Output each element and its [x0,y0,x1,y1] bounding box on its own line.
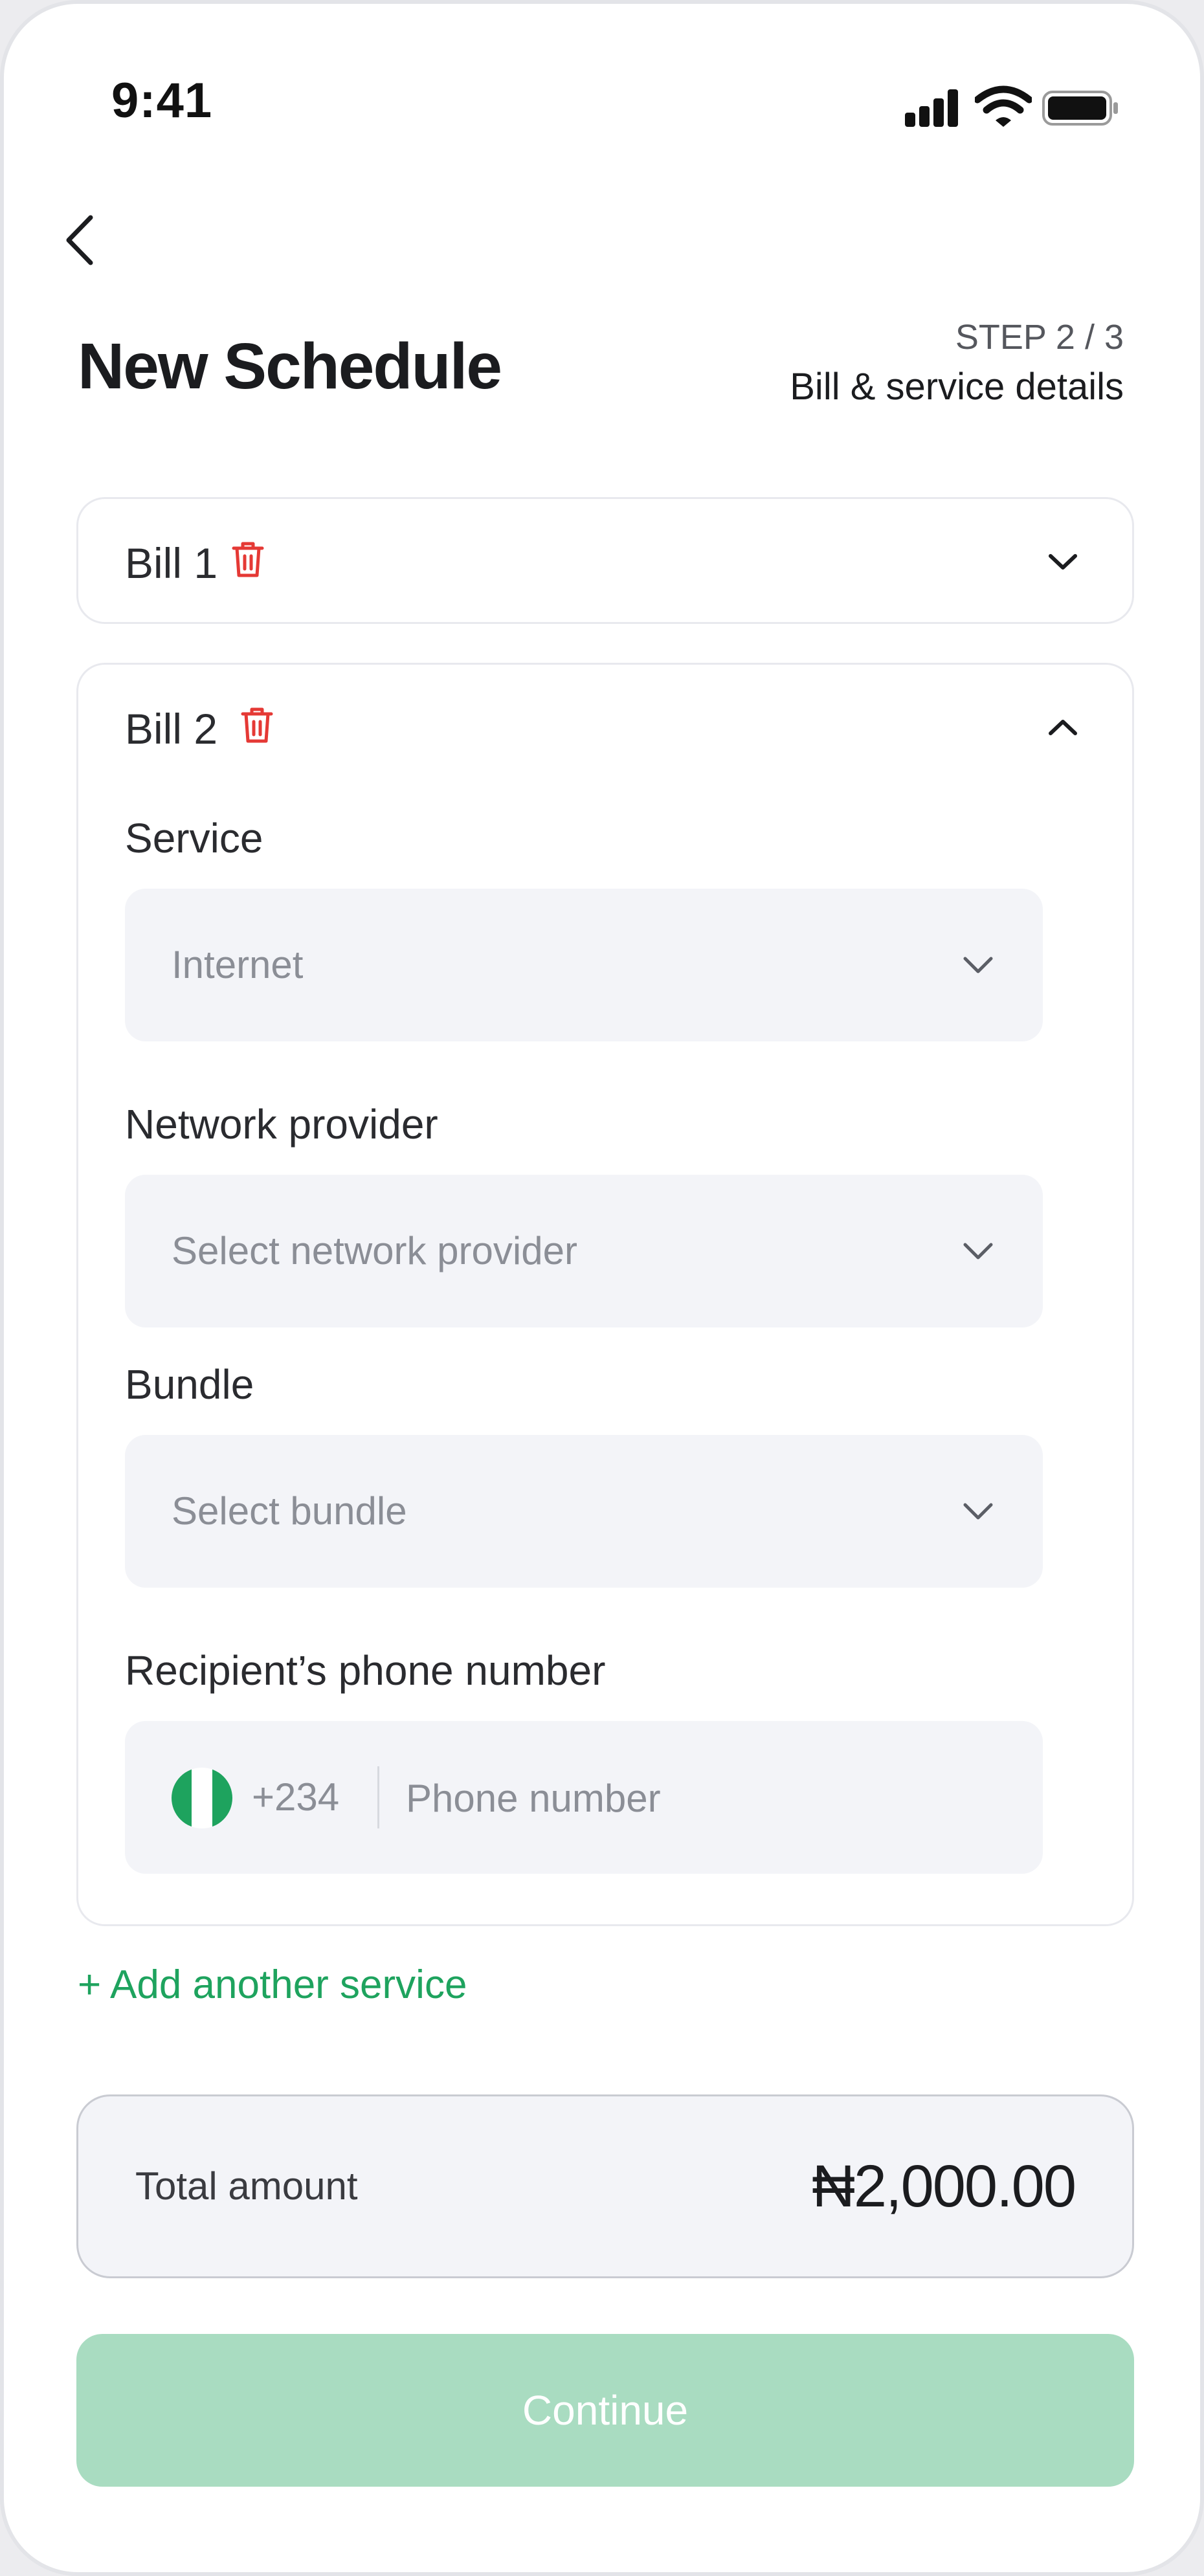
network-provider-label: Network provider [125,1101,438,1148]
bill-1-title: Bill 1 [125,539,218,587]
step-indicator: STEP 2 / 3 [955,318,1124,357]
total-amount-label: Total amount [135,2164,358,2208]
recipient-phone-label: Recipient’s phone number [125,1647,606,1694]
bill-2-title: Bill 2 [125,705,218,753]
battery-icon [1042,91,1118,126]
add-another-service-link[interactable]: + Add another service [78,1965,467,2005]
service-label: Service [125,815,263,861]
delete-trash-icon[interactable] [240,706,274,745]
step-subtitle: Bill & service details [790,366,1124,408]
chevron-down-icon [963,957,993,973]
nigeria-flag-icon[interactable] [172,1768,232,1828]
total-amount-value: ₦2,000.00 [812,2153,1076,2219]
phone-screen: 9:41 New Schedule STEP 2 / 3 Bill & serv… [0,0,1204,2576]
country-code[interactable]: +234 [252,1721,339,1874]
field-divider [377,1766,379,1828]
service-value: Internet [172,943,304,986]
network-provider-select[interactable]: Select network provider [125,1175,1043,1327]
total-amount-box: Total amount ₦2,000.00 [76,2094,1134,2278]
wifi-icon [975,85,1032,127]
status-time: 9:41 [111,73,213,128]
continue-button[interactable]: Continue [76,2334,1134,2487]
phone-number-field: +234 [125,1721,1043,1875]
chevron-down-icon [963,1503,993,1520]
bill-card-2: Bill 2 Service Internet Network provider… [76,663,1134,1926]
network-provider-placeholder: Select network provider [172,1229,577,1272]
chevron-down-icon [963,1243,993,1260]
bill-card-1[interactable]: Bill 1 [76,497,1134,624]
chevron-down-icon[interactable] [1047,546,1079,578]
cellular-signal-icon [905,89,961,127]
delete-trash-icon[interactable] [231,540,265,579]
bundle-placeholder: Select bundle [172,1489,407,1533]
service-select[interactable]: Internet [125,889,1043,1041]
chevron-up-icon[interactable] [1047,711,1079,744]
bundle-label: Bundle [125,1361,254,1408]
page-title: New Schedule [78,330,502,403]
bundle-select[interactable]: Select bundle [125,1435,1043,1588]
phone-number-input[interactable] [405,1721,990,1875]
back-chevron-icon[interactable] [57,205,102,276]
